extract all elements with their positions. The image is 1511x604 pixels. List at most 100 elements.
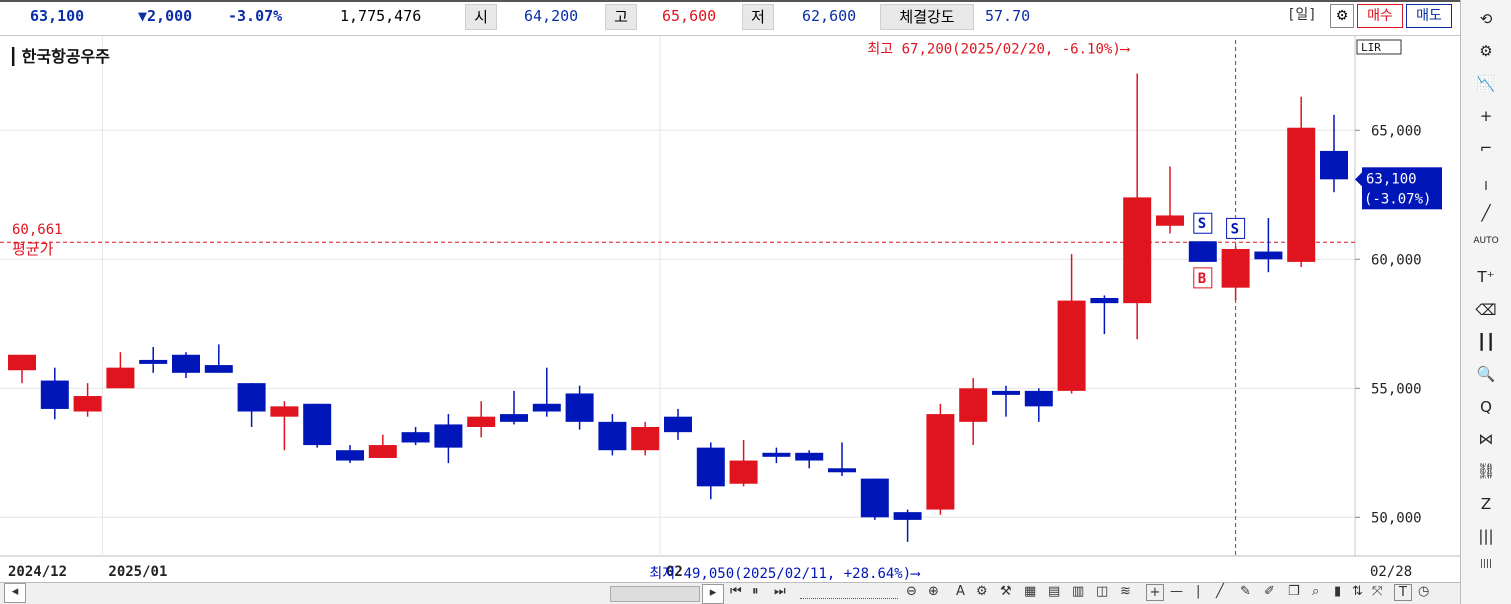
- candle-body: [696, 447, 725, 487]
- candle-body: [73, 396, 102, 412]
- pattern-icon[interactable]: ⛓: [1461, 462, 1511, 480]
- candlestick-chart[interactable]: 50,000 55,000 60,000 65,000 2024/12 2025/01 02…: [0, 36, 1460, 582]
- signal-label: S: [1231, 221, 1239, 237]
- signal-label: B: [1198, 271, 1206, 287]
- candle-body: [434, 424, 463, 448]
- candle-body: [204, 365, 233, 373]
- candle-body: [106, 367, 135, 389]
- settings-icon[interactable]: ⚙: [1461, 42, 1511, 60]
- zoom-list-icon[interactable]: Q: [1461, 398, 1511, 416]
- font-icon[interactable]: A: [956, 584, 965, 599]
- candle-body: [467, 416, 496, 427]
- strength-label: 체결강도: [880, 4, 974, 30]
- candle-body: [532, 403, 561, 412]
- candle-body: [893, 512, 922, 520]
- candle-body: [1221, 248, 1250, 288]
- wave-icon[interactable]: ≋: [1120, 584, 1131, 599]
- text-icon[interactable]: T: [1394, 584, 1412, 601]
- search-icon[interactable]: ⌕: [1312, 584, 1319, 599]
- candle-body: [270, 406, 299, 417]
- candle-body: [1024, 390, 1053, 407]
- compare-icon[interactable]: ⋈: [1461, 430, 1511, 448]
- tool-icon[interactable]: ⚒: [1000, 584, 1012, 599]
- copy-icon[interactable]: ❐: [1288, 584, 1300, 599]
- line-icon[interactable]: ╱: [1216, 584, 1224, 599]
- candle-body: [729, 460, 758, 484]
- bars2-icon[interactable]: ||||: [1461, 559, 1511, 569]
- open-label: 시: [465, 4, 497, 30]
- sell-button[interactable]: 매도: [1406, 4, 1452, 28]
- x-tick-label: 2024/12: [8, 564, 67, 580]
- high-value: 65,600: [662, 7, 717, 25]
- candle-body: [303, 403, 332, 446]
- scroll-right-button[interactable]: ▸: [702, 584, 724, 604]
- draw-icon[interactable]: ✎: [1240, 584, 1251, 599]
- zoom-slider[interactable]: [800, 584, 898, 599]
- text-icon[interactable]: T⁺: [1461, 268, 1511, 286]
- high-annotation: 최고 67,200(2025/02/20, -6.10%)⟶: [867, 42, 1130, 58]
- scroll-left-button[interactable]: ◂: [4, 583, 26, 603]
- last-icon[interactable]: ⏭: [774, 584, 786, 599]
- scrollbar-thumb[interactable]: [610, 586, 700, 602]
- chart-icon[interactable]: ▦: [1024, 584, 1036, 599]
- refresh-icon[interactable]: ⟲: [1461, 10, 1511, 28]
- candle-icon[interactable]: ┃┃: [1461, 333, 1511, 351]
- period-selector[interactable]: [일]: [1287, 4, 1317, 24]
- price-change: ▼2,000: [138, 7, 193, 25]
- quote-bar: 63,100 ▼2,000 -3.07% 1,775,476 시 64,200 …: [0, 0, 1460, 36]
- candle-body: [1090, 298, 1119, 304]
- current-price: 63,100: [30, 7, 85, 25]
- trendline-icon[interactable]: ╱: [1461, 204, 1511, 222]
- candle-body: [992, 390, 1020, 395]
- settings-icon[interactable]: ⚙: [1330, 4, 1354, 28]
- candle-body: [336, 450, 364, 461]
- candle-body: [598, 421, 627, 451]
- change-rate: -3.07%: [228, 7, 283, 25]
- updown-icon[interactable]: ⇅: [1352, 584, 1363, 599]
- volume: 1,775,476: [340, 7, 422, 25]
- signal-label: S: [1198, 216, 1206, 232]
- candle-body: [762, 452, 791, 457]
- candle-body: [1320, 150, 1348, 180]
- candle-body: [1057, 300, 1086, 391]
- x-tick-label: 02/28: [1370, 564, 1412, 580]
- zigzag-icon[interactable]: Z: [1461, 495, 1511, 513]
- clock-icon[interactable]: ◷: [1418, 584, 1429, 599]
- all-delete-icon[interactable]: ⌫: [1461, 301, 1511, 319]
- vline-icon[interactable]: ╷: [1461, 172, 1511, 190]
- candle-body: [368, 445, 397, 458]
- candle-body: [40, 380, 69, 409]
- zoom-in-icon[interactable]: 🔍: [1461, 365, 1511, 383]
- candle-body: [8, 354, 36, 371]
- print-icon[interactable]: ▤: [1048, 584, 1060, 599]
- gear-icon[interactable]: ⚙: [976, 584, 988, 599]
- zoom-in-icon[interactable]: ⊕: [928, 584, 939, 599]
- crosshair-icon[interactable]: +: [1146, 584, 1164, 601]
- zoom-out-icon[interactable]: ⊖: [906, 584, 917, 599]
- candle-body: [1188, 241, 1217, 262]
- indicator-icon[interactable]: 📉: [1461, 75, 1511, 93]
- chart2-icon[interactable]: ◫: [1096, 584, 1108, 599]
- drawing-toolbar: ⟲ ⚙ 📉 + ⌐ ╷ ╱ AUTO T⁺ ⌫ ┃┃ 🔍 Q ⋈ ⛓ Z ||| ||||: [1460, 0, 1511, 604]
- pause-icon[interactable]: ⏸: [752, 584, 759, 599]
- hline-icon[interactable]: ⌐: [1461, 139, 1511, 157]
- candle-body: [172, 354, 200, 373]
- y-tick-label: 55,000: [1371, 381, 1422, 397]
- first-icon[interactable]: ⏮: [730, 584, 742, 599]
- vline-icon[interactable]: |: [1196, 584, 1200, 599]
- grid-icon[interactable]: ▥: [1072, 584, 1084, 599]
- bottom-toolbar: ◂ ▸ ⏮ ⏸ ⏭ ⊖ ⊕ A ⚙ ⚒ ▦ ▤ ▥ ◫ ≋ + — | ╱ ✎ …: [0, 582, 1460, 604]
- fit-icon[interactable]: ⤧: [1372, 584, 1382, 599]
- auto-icon[interactable]: AUTO: [1461, 236, 1511, 246]
- candle-body: [795, 452, 824, 461]
- bars-icon[interactable]: |||: [1461, 527, 1511, 545]
- crosshair-add-icon[interactable]: +: [1461, 107, 1511, 125]
- bar-icon[interactable]: ▮: [1334, 584, 1341, 599]
- hline-icon[interactable]: —: [1170, 584, 1183, 599]
- erase-icon[interactable]: ✐: [1264, 584, 1275, 599]
- buy-button[interactable]: 매수: [1357, 4, 1403, 28]
- open-value: 64,200: [524, 7, 579, 25]
- candle-body: [1156, 215, 1184, 226]
- y-tick-label: 50,000: [1371, 510, 1422, 526]
- average-price-value: 60,661: [12, 222, 63, 238]
